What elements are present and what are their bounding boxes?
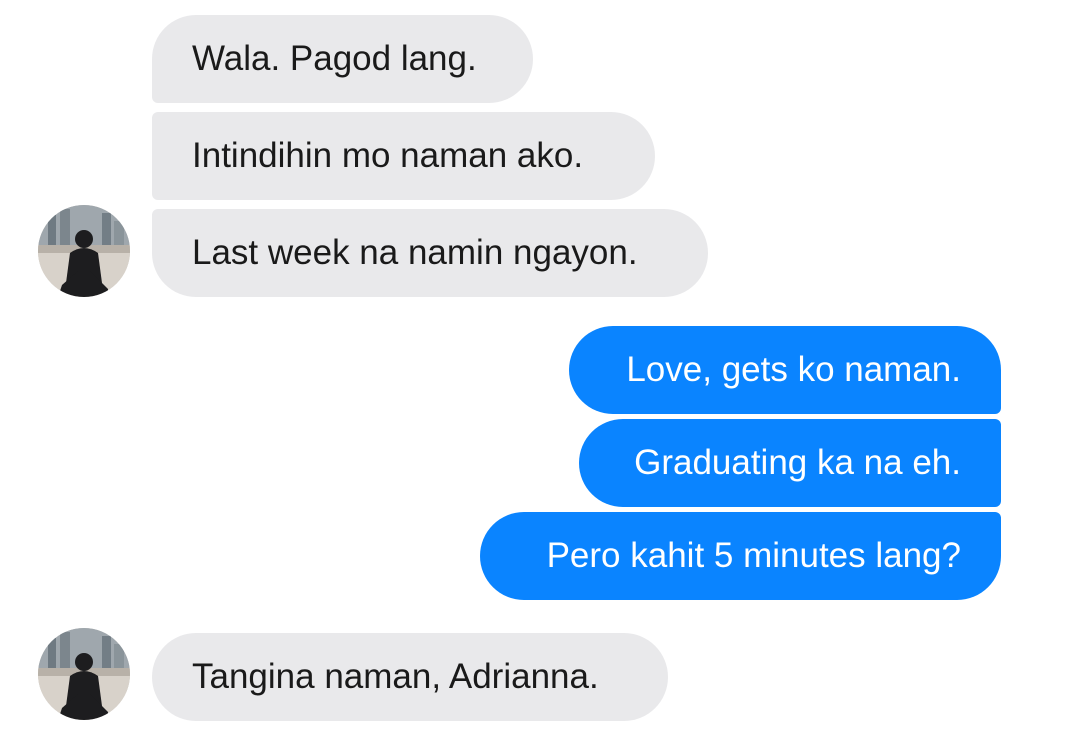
incoming-message-bubble[interactable]: Intindihin mo naman ako. [152,112,655,200]
message-text: Pero kahit 5 minutes lang? [546,536,961,575]
outgoing-message-bubble[interactable]: Graduating ka na eh. [579,419,1001,507]
incoming-message-bubble[interactable]: Last week na namin ngayon. [152,209,708,297]
message-text: Last week na namin ngayon. [192,233,638,272]
avatar-photo-icon [38,205,130,297]
contact-avatar[interactable] [38,628,130,720]
message-text: Graduating ka na eh. [634,443,961,482]
outgoing-message-bubble[interactable]: Love, gets ko naman. [569,326,1001,414]
avatar-photo-icon [38,628,130,720]
message-text: Intindihin mo naman ako. [192,136,584,175]
outgoing-message-bubble[interactable]: Pero kahit 5 minutes lang? [480,512,1001,600]
message-text: Tangina naman, Adrianna. [192,657,599,696]
message-thread[interactable]: Wala. Pagod lang. Intindihin mo naman ak… [0,0,1078,736]
message-text: Wala. Pagod lang. [192,39,477,78]
incoming-message-bubble[interactable]: Tangina naman, Adrianna. [152,633,668,721]
message-text: Love, gets ko naman. [626,350,961,389]
incoming-message-bubble[interactable]: Wala. Pagod lang. [152,15,533,103]
contact-avatar[interactable] [38,205,130,297]
